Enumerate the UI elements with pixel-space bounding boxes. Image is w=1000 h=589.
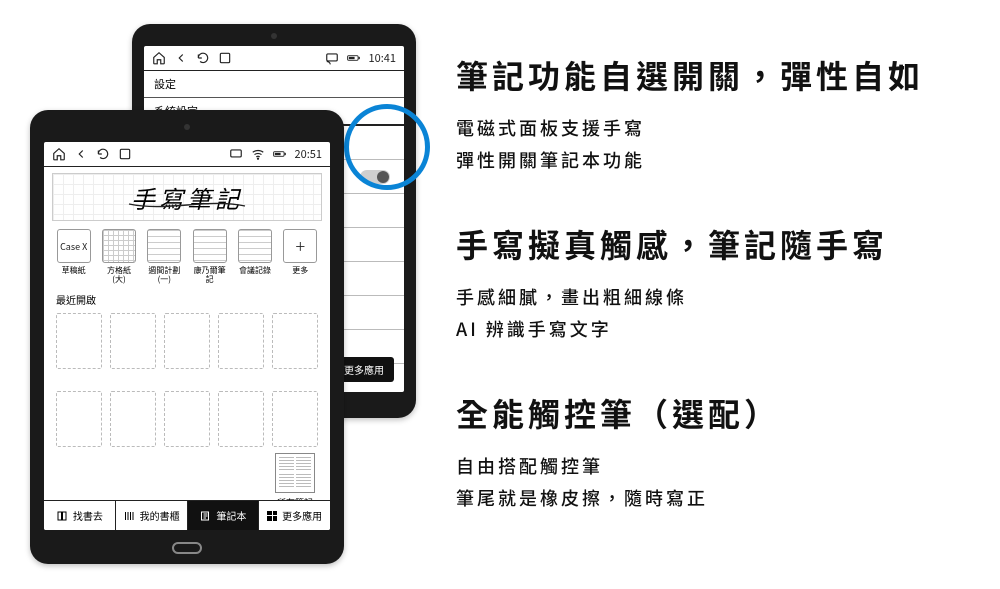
- template-label: 康乃爾筆記: [190, 266, 229, 284]
- copy-title: 筆記功能自選開關，彈性自如: [456, 52, 996, 98]
- clock-text: 10:41: [369, 50, 396, 66]
- note-icon: [199, 510, 211, 522]
- copy-block-0: 筆記功能自選開關，彈性自如 電磁式面板支援手寫 彈性開關筆記本功能: [456, 52, 996, 177]
- note-slot[interactable]: [56, 313, 102, 369]
- template-row: Case X 草稿紙 方格紙 (大) 週間計劃 (一) 康乃爾筆記 會議記錄 +: [44, 221, 330, 288]
- copy-title: 全能觸控筆（選配）: [456, 390, 996, 436]
- window-icon[interactable]: [118, 147, 132, 161]
- tab-bookstore[interactable]: 找書去: [44, 501, 116, 530]
- all-notes-icon: [275, 453, 315, 493]
- notebook-screen: 20:51 手寫筆記 Case X 草稿紙 方格紙 (大) 週間計劃 (一): [44, 142, 330, 530]
- template-item-more[interactable]: + 更多: [281, 229, 320, 284]
- template-label: 週間計劃 (一): [148, 266, 180, 284]
- marketing-copy: 筆記功能自選開關，彈性自如 電磁式面板支援手寫 彈性開關筆記本功能 手寫擬真觸感…: [456, 52, 996, 558]
- battery-icon: [273, 147, 287, 161]
- battery-icon: [347, 51, 361, 65]
- shelf-icon: [123, 510, 135, 522]
- bottom-tab-bar: 找書去 我的書櫃 筆記本 更多應用: [44, 500, 330, 530]
- recent-slots-row: [44, 311, 330, 369]
- copy-line: AI 辨識手寫文字: [456, 313, 996, 345]
- note-slot[interactable]: [164, 313, 210, 369]
- home-button[interactable]: [172, 542, 202, 554]
- plus-icon: +: [283, 229, 317, 263]
- tab-more-apps[interactable]: 更多應用: [259, 501, 330, 530]
- window-icon[interactable]: [218, 51, 232, 65]
- template-item[interactable]: 會議記錄: [235, 229, 274, 284]
- grid-icon: [267, 511, 277, 521]
- note-slot[interactable]: [110, 313, 156, 369]
- recent-slots-row: [44, 389, 330, 447]
- template-label: 更多: [292, 266, 308, 275]
- note-slot[interactable]: [272, 391, 318, 447]
- back-icon[interactable]: [174, 51, 188, 65]
- cast-icon: [325, 51, 339, 65]
- note-slot[interactable]: [164, 391, 210, 447]
- note-slot[interactable]: [110, 391, 156, 447]
- template-item[interactable]: 康乃爾筆記: [190, 229, 229, 284]
- template-thumb: [238, 229, 272, 263]
- template-label: 方格紙 (大): [107, 266, 131, 284]
- tab-notebook[interactable]: 筆記本: [188, 501, 260, 530]
- copy-block-2: 全能觸控筆（選配） 自由搭配觸控筆 筆尾就是橡皮擦，隨時寫正: [456, 390, 996, 515]
- home-icon[interactable]: [52, 147, 66, 161]
- note-slot[interactable]: [56, 391, 102, 447]
- more-apps-label: 更多應用: [344, 362, 384, 377]
- copy-line: 彈性開關筆記本功能: [456, 144, 996, 176]
- template-item[interactable]: Case X 草稿紙: [54, 229, 93, 284]
- template-label: 草稿紙: [62, 266, 86, 275]
- template-thumb: [102, 229, 136, 263]
- home-icon[interactable]: [152, 51, 166, 65]
- copy-title: 手寫擬真觸感，筆記隨手寫: [456, 221, 996, 267]
- tab-label: 更多應用: [282, 508, 322, 523]
- recent-label: 最近開啟: [44, 288, 330, 311]
- note-slot[interactable]: [272, 313, 318, 369]
- copy-block-1: 手寫擬真觸感，筆記隨手寫 手感細膩，畫出粗細線條 AI 辨識手寫文字: [456, 221, 996, 346]
- tab-label: 我的書櫃: [140, 508, 180, 523]
- copy-line: 電磁式面板支援手寫: [456, 112, 996, 144]
- template-label: 會議記錄: [239, 266, 271, 275]
- tablet-camera: [271, 33, 277, 39]
- tablet-camera: [184, 124, 190, 130]
- toggle-callout-circle: [344, 104, 430, 190]
- template-thumb: [193, 229, 227, 263]
- tab-label: 找書去: [73, 508, 103, 523]
- notebook-heading: 手寫筆記: [52, 173, 322, 221]
- cast-icon: [229, 147, 243, 161]
- heading-underline: [127, 200, 247, 210]
- tablet-notebook: 20:51 手寫筆記 Case X 草稿紙 方格紙 (大) 週間計劃 (一): [30, 110, 344, 564]
- status-bar: 10:41: [144, 46, 404, 70]
- template-thumb: [147, 229, 181, 263]
- tab-label: 筆記本: [216, 508, 246, 523]
- wifi-icon: [251, 147, 265, 161]
- refresh-icon[interactable]: [96, 147, 110, 161]
- tab-library[interactable]: 我的書櫃: [116, 501, 188, 530]
- template-item[interactable]: 週間計劃 (一): [145, 229, 184, 284]
- copy-line: 自由搭配觸控筆: [456, 450, 996, 482]
- template-thumb: Case X: [57, 229, 91, 263]
- settings-title: 設定: [144, 71, 404, 97]
- refresh-icon[interactable]: [196, 51, 210, 65]
- note-slot[interactable]: [218, 391, 264, 447]
- status-bar: 20:51: [44, 142, 330, 166]
- note-slot[interactable]: [218, 313, 264, 369]
- copy-line: 手感細膩，畫出粗細線條: [456, 281, 996, 313]
- book-icon: [56, 510, 68, 522]
- copy-line: 筆尾就是橡皮擦，隨時寫正: [456, 482, 996, 514]
- template-item[interactable]: 方格紙 (大): [99, 229, 138, 284]
- back-icon[interactable]: [74, 147, 88, 161]
- clock-text: 20:51: [295, 146, 322, 162]
